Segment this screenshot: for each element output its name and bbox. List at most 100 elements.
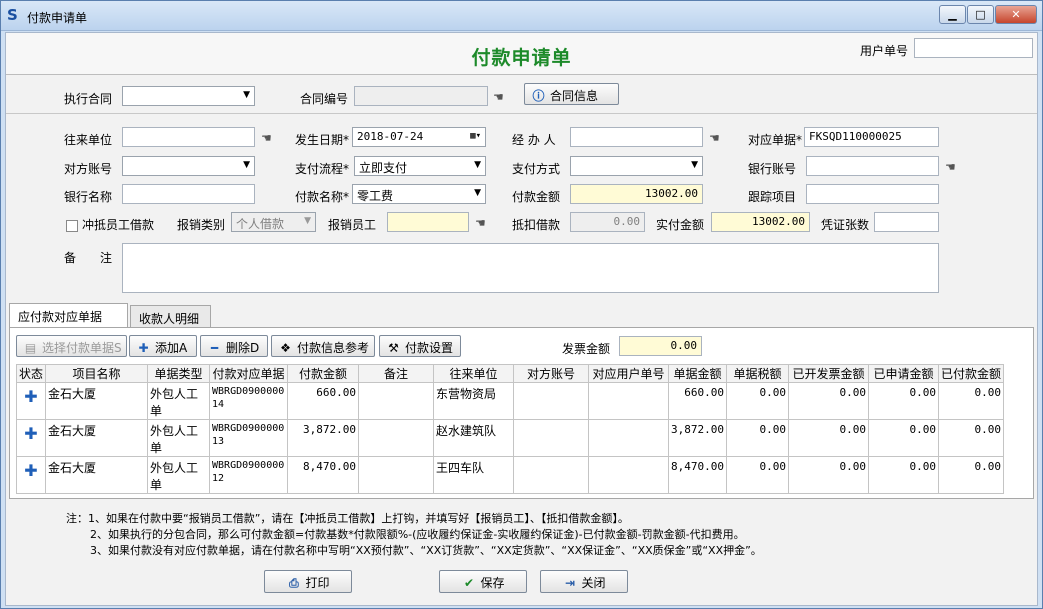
cell-doc-type: 外包人工单	[147, 382, 211, 420]
cell-account	[513, 419, 590, 457]
cell-pay-amount: 8,470.00	[287, 456, 360, 494]
method-select[interactable]: ▼	[570, 156, 703, 176]
add-button[interactable]: ✚ 添加A	[129, 335, 197, 357]
column-header[interactable]: 对应用户单号	[588, 364, 670, 383]
app-window: S 付款申请单 ▁ □ ✕ 付款申请单 用户单号 执行合同 ▼ 合同编号 ☚ ⓘ…	[0, 0, 1043, 609]
offset-checkbox[interactable]: 冲抵员工借款	[66, 216, 154, 233]
column-header[interactable]: 已付款金额	[937, 364, 1005, 383]
cell-pay-doc: WBRGD0900000 13	[209, 419, 289, 457]
pay-name-select[interactable]: 零工费 ▼	[352, 184, 486, 204]
user-no-label: 用户单号	[860, 44, 909, 58]
column-header[interactable]: 对方账号	[513, 364, 590, 383]
actual-input[interactable]: 13002.00	[711, 212, 810, 232]
cell-paid: 0.00	[937, 456, 1005, 494]
chevron-down-icon: ▼	[243, 160, 250, 170]
expand-plus-icon[interactable]: ✚	[19, 383, 43, 410]
cell-doc-amount: 660.00	[668, 382, 727, 420]
exit-door-icon: ⇥	[564, 576, 576, 590]
reimb-emp-input[interactable]	[387, 212, 469, 232]
plus-icon: ✚	[138, 341, 149, 355]
flow-select[interactable]: 立即支付 ▼	[354, 156, 486, 176]
table-row[interactable]: ✚ 金石大厦 外包人工单 WBRGD0900000 12 8,470.00 王四车…	[15, 456, 1005, 494]
cell-doc-tax: 0.00	[726, 382, 789, 420]
voucher-input[interactable]	[874, 212, 939, 232]
reference-icon: ❖	[280, 341, 291, 355]
account-label: 对方账号	[64, 162, 113, 176]
cell-paid: 0.00	[937, 419, 1005, 457]
table-row[interactable]: ✚ 金石大厦 外包人工单 WBRGD0900000 14 660.00 东营物资局…	[15, 382, 1005, 420]
pay-settings-button[interactable]: ⚒ 付款设置	[379, 335, 461, 357]
cell-pay-amount: 3,872.00	[287, 419, 360, 457]
date-picker[interactable]: 2018-07-24 ▦▾	[352, 127, 486, 147]
expand-plus-icon[interactable]: ✚	[19, 420, 43, 447]
cell-unit: 东营物资局	[433, 382, 515, 420]
flow-label: 支付流程*	[295, 162, 350, 176]
column-header[interactable]: 单据税额	[726, 364, 789, 383]
handler-picker-icon[interactable]: ☚	[709, 131, 727, 145]
handler-input[interactable]	[570, 127, 703, 147]
select-docs-button[interactable]: ▤ 选择付款单据S	[16, 335, 127, 357]
doc-input[interactable]: FKSQD110000025	[804, 127, 939, 147]
user-no-input[interactable]	[914, 38, 1033, 58]
reimb-emp-picker-icon[interactable]: ☚	[475, 216, 493, 230]
section-divider	[6, 113, 1037, 114]
close-button[interactable]: ⇥ 关闭	[540, 570, 628, 593]
contract-info-button[interactable]: ⓘ 合同信息	[524, 83, 619, 105]
cell-applied: 0.00	[868, 382, 939, 420]
column-header[interactable]: 付款对应单据	[209, 364, 289, 383]
method-label: 支付方式	[512, 162, 561, 176]
pay-ref-button[interactable]: ❖ 付款信息参考	[271, 335, 375, 357]
reimb-type-select[interactable]: 个人借款 ▼	[231, 212, 316, 232]
cell-doc-tax: 0.00	[726, 456, 789, 494]
doc-label: 对应单据*	[748, 133, 803, 147]
window-title: 付款申请单	[27, 11, 88, 25]
column-header[interactable]: 状态	[15, 364, 47, 383]
reimb-emp-label: 报销员工	[328, 218, 377, 232]
bank-account-picker-icon[interactable]: ☚	[945, 160, 963, 174]
delete-button[interactable]: ━ 删除D	[200, 335, 268, 357]
column-header[interactable]: 已开发票金额	[788, 364, 869, 383]
deduct-input[interactable]: 0.00	[570, 212, 645, 232]
note-line: 注：1、如果在付款中要“报销员工借款”，请在【冲抵员工借款】上打钩，并填写好【报…	[66, 512, 629, 525]
column-header[interactable]: 单据金额	[668, 364, 727, 383]
payee-label: 往来单位	[64, 133, 113, 147]
exec-contract-select[interactable]: ▼	[122, 86, 255, 106]
table-row[interactable]: ✚ 金石大厦 外包人工单 WBRGD0900000 13 3,872.00 赵水建…	[15, 419, 1005, 457]
cell-paid: 0.00	[937, 382, 1005, 420]
cell-pay-doc: WBRGD0900000 12	[209, 456, 289, 494]
column-header[interactable]: 已申请金额	[868, 364, 939, 383]
maximize-button[interactable]: □	[967, 5, 994, 24]
tab-payable-docs[interactable]: 应付款对应单据	[9, 303, 128, 327]
cell-invoiced: 0.00	[788, 382, 869, 420]
print-button[interactable]: ⎙ 打印	[264, 570, 352, 593]
instruction-notes: 注：1、如果在付款中要“报销员工借款”，请在【冲抵员工借款】上打钩，并填写好【报…	[66, 511, 762, 559]
contract-picker-icon[interactable]: ☚	[493, 90, 511, 104]
column-header[interactable]: 单据类型	[147, 364, 211, 383]
payee-input[interactable]	[122, 127, 255, 147]
pay-amount-input[interactable]: 13002.00	[570, 184, 703, 204]
bank-name-input[interactable]	[122, 184, 255, 204]
contract-no-input[interactable]	[354, 86, 488, 106]
bank-account-label: 银行账号	[748, 162, 797, 176]
expand-plus-icon[interactable]: ✚	[19, 457, 43, 484]
save-button[interactable]: ✔ 保存	[439, 570, 527, 593]
cell-user-no	[588, 382, 670, 420]
close-window-button[interactable]: ✕	[995, 5, 1037, 24]
chevron-down-icon: ▼	[474, 160, 481, 170]
account-select[interactable]: ▼	[122, 156, 255, 176]
column-header[interactable]: 往来单位	[433, 364, 515, 383]
app-logo-icon: S	[7, 6, 18, 24]
track-input[interactable]	[806, 184, 939, 204]
cell-unit: 赵水建筑队	[433, 419, 515, 457]
column-header[interactable]: 项目名称	[45, 364, 149, 383]
column-header[interactable]: 付款金额	[287, 364, 360, 383]
remark-textarea[interactable]	[122, 243, 939, 293]
tab-payee-detail[interactable]: 收款人明细	[130, 305, 211, 327]
document-icon: ▤	[24, 341, 37, 355]
column-header[interactable]: 备注	[358, 364, 435, 383]
payee-picker-icon[interactable]: ☚	[261, 131, 279, 145]
minus-icon: ━	[210, 341, 219, 355]
minimize-button[interactable]: ▁	[939, 5, 966, 24]
invoice-amount-input[interactable]: 0.00	[619, 336, 702, 356]
bank-account-input[interactable]	[806, 156, 939, 176]
